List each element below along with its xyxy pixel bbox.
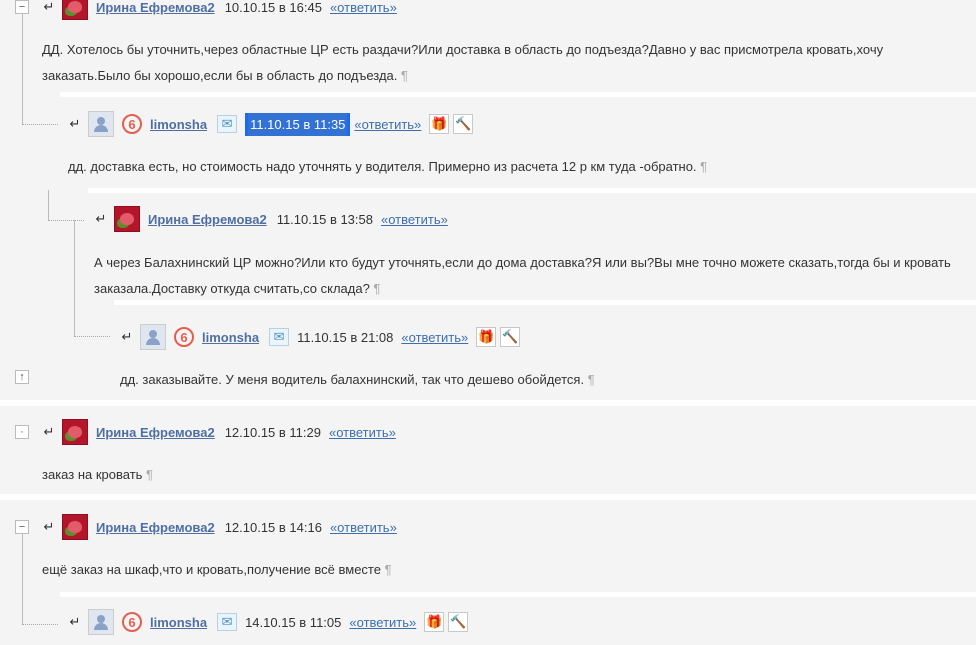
avatar[interactable]: [88, 609, 114, 635]
reply-arrow-icon[interactable]: ↵: [42, 424, 56, 440]
reply-arrow-icon[interactable]: ↵: [68, 116, 82, 132]
username-link[interactable]: Ирина Ефремова2: [96, 520, 215, 535]
reply-arrow-icon[interactable]: ↵: [42, 0, 56, 15]
reply-arrow-icon[interactable]: ↵: [68, 614, 82, 630]
comment-date[interactable]: 12.10.15 в 14:16: [225, 520, 322, 535]
comment-header: ↵ Ирина Ефремова2 10.10.15 в 16:45 «отве…: [42, 0, 405, 21]
rating-badge-icon: 6: [174, 327, 194, 347]
username-link[interactable]: limonsha: [150, 117, 207, 132]
reply-link[interactable]: «ответить»: [329, 425, 396, 440]
username-link[interactable]: Ирина Ефремова2: [96, 0, 215, 15]
pilcrow: ¶: [700, 159, 708, 174]
avatar[interactable]: [88, 111, 114, 137]
comment-date[interactable]: 12.10.15 в 11:29: [225, 425, 321, 440]
mail-icon[interactable]: ✉: [217, 613, 238, 631]
tree-line: [22, 124, 58, 125]
reply-link[interactable]: «ответить»: [381, 212, 448, 227]
tree-line: [48, 220, 84, 221]
avatar[interactable]: [62, 0, 88, 20]
comment-date[interactable]: 11.10.15 в 13:58: [277, 212, 373, 227]
pilcrow: ¶: [146, 467, 154, 482]
reply-link[interactable]: «ответить»: [330, 0, 397, 15]
mail-icon[interactable]: ✉: [269, 328, 290, 346]
hammer-icon[interactable]: 🔨: [500, 327, 521, 347]
mail-icon[interactable]: ✉: [217, 115, 238, 133]
comment-header: ↵ Ирина Ефремова2 11.10.15 в 13:58 «отве…: [94, 205, 456, 233]
comment-header: ↵ Ирина Ефремова2 12.10.15 в 11:29 «отве…: [42, 418, 404, 446]
rating-badge-icon: 6: [122, 114, 142, 134]
avatar[interactable]: [114, 206, 140, 232]
comment-header: ↵ Ирина Ефремова2 12.10.15 в 14:16 «отве…: [42, 513, 405, 541]
hammer-icon[interactable]: 🔨: [453, 114, 474, 134]
comment-text: дд. заказывайте. У меня водитель балахни…: [120, 372, 595, 387]
reply-block: [60, 92, 976, 197]
rating-badge-icon: 6: [122, 612, 142, 632]
comment-header: ↵ 6 limonsha ✉ 11.10.15 в 11:35 «ответит…: [68, 110, 477, 138]
tree-line: [74, 220, 75, 336]
avatar[interactable]: [62, 514, 88, 540]
comment-header: ↵ 6 limonsha ✉ 11.10.15 в 21:08 «ответит…: [120, 323, 524, 351]
comment-text: заказ на кровать ¶: [42, 467, 154, 482]
hammer-icon[interactable]: 🔨: [448, 612, 469, 632]
comment-text: дд. доставка есть, но стоимость надо уто…: [68, 159, 708, 174]
collapse-toggle[interactable]: −: [15, 520, 29, 534]
pilcrow: ¶: [587, 372, 595, 387]
gift-icon[interactable]: 🎁: [476, 327, 497, 347]
username-link[interactable]: limonsha: [150, 615, 207, 630]
tree-line: [22, 14, 23, 124]
comment-date[interactable]: 11.10.15 в 21:08: [297, 330, 393, 345]
comment-date[interactable]: 14.10.15 в 11:05: [245, 615, 341, 630]
username-link[interactable]: limonsha: [202, 330, 259, 345]
scroll-top-button[interactable]: ↑: [15, 370, 29, 384]
reply-arrow-icon[interactable]: ↵: [94, 211, 108, 227]
pilcrow: ¶: [384, 562, 392, 577]
username-link[interactable]: Ирина Ефремова2: [148, 212, 267, 227]
tree-line: [74, 336, 110, 337]
collapse-toggle[interactable]: ·: [15, 425, 29, 439]
reply-link[interactable]: «ответить»: [330, 520, 397, 535]
reply-link[interactable]: «ответить»: [354, 117, 421, 132]
pilcrow: ¶: [373, 281, 381, 296]
collapse-toggle[interactable]: −: [15, 0, 29, 14]
username-link[interactable]: Ирина Ефремова2: [96, 425, 215, 440]
tree-line: [22, 624, 58, 625]
reply-arrow-icon[interactable]: ↵: [120, 329, 134, 345]
pilcrow: ¶: [401, 68, 409, 83]
comment-header: ↵ 6 limonsha ✉ 14.10.15 в 11:05 «ответит…: [68, 608, 472, 636]
gift-icon[interactable]: 🎁: [429, 114, 450, 134]
reply-link[interactable]: «ответить»: [349, 615, 416, 630]
comment-date[interactable]: 10.10.15 в 16:45: [225, 0, 322, 15]
reply-arrow-icon[interactable]: ↵: [42, 519, 56, 535]
comment-text: А через Балахнинский ЦР можно?Или кто бу…: [94, 255, 951, 296]
tree-line: [22, 534, 23, 624]
comment-text: ещё заказ на шкаф,что и кровать,получени…: [42, 562, 392, 577]
avatar[interactable]: [62, 419, 88, 445]
avatar[interactable]: [140, 324, 166, 350]
tree-line: [48, 190, 49, 220]
comment-date[interactable]: 11.10.15 в 11:35: [245, 112, 351, 136]
comment-text: ДД. Хотелось бы уточнить,через областные…: [42, 42, 884, 83]
reply-link[interactable]: «ответить»: [401, 330, 468, 345]
gift-icon[interactable]: 🎁: [424, 612, 445, 632]
